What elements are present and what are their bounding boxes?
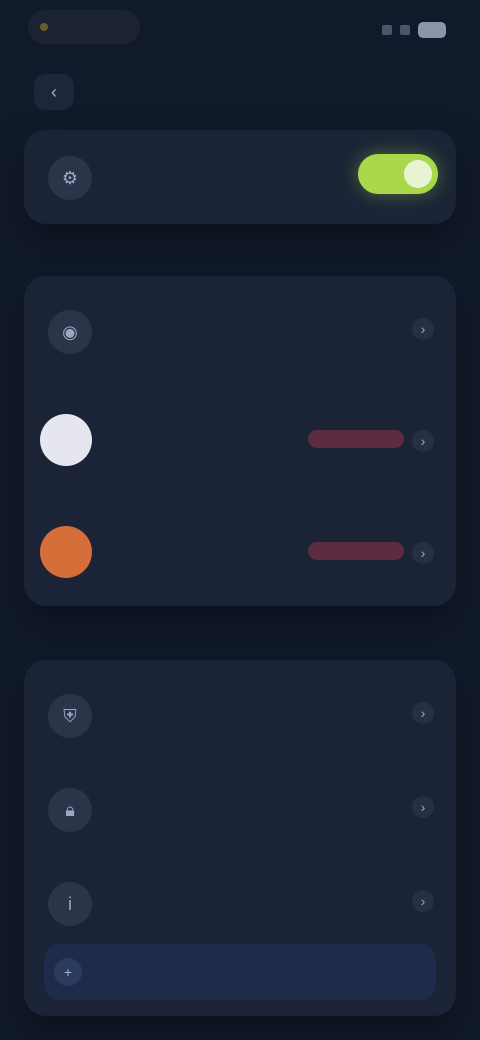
chevron-right-icon: › xyxy=(412,890,434,912)
app-avatar xyxy=(40,414,92,466)
card-apps: ◉ › › › xyxy=(24,276,456,606)
app-avatar xyxy=(40,526,92,578)
status-badge xyxy=(308,542,404,560)
feature-toggle[interactable] xyxy=(358,154,438,194)
user-icon: ◉ xyxy=(48,310,92,354)
chevron-right-icon: › xyxy=(412,430,434,452)
toggle-knob xyxy=(404,160,432,188)
app-row[interactable]: › xyxy=(24,400,456,486)
list-item[interactable]: 🔒︎ › xyxy=(24,766,456,852)
back-button[interactable]: ‹ xyxy=(34,74,74,110)
status-dot xyxy=(40,23,48,31)
header: ‹ xyxy=(0,64,480,120)
battery-icon xyxy=(418,22,446,38)
chevron-right-icon: › xyxy=(412,542,434,564)
wifi-icon xyxy=(400,25,410,35)
status-bar xyxy=(0,0,480,64)
toggle-row[interactable]: ⚙ xyxy=(24,134,456,220)
chevron-right-icon: › xyxy=(412,318,434,340)
chevron-left-icon: ‹ xyxy=(51,81,57,102)
gear-icon: ⚙ xyxy=(48,156,92,200)
chevron-right-icon: › xyxy=(412,796,434,818)
list-item[interactable]: ⛨ › xyxy=(24,672,456,758)
list-item[interactable]: ◉ › xyxy=(24,288,456,374)
card-toggle: ⚙ xyxy=(24,130,456,224)
status-icons xyxy=(346,18,446,42)
signal-icon xyxy=(382,25,392,35)
plus-icon: + xyxy=(54,958,82,986)
lock-icon: 🔒︎ xyxy=(48,788,92,832)
app-row[interactable]: › xyxy=(24,512,456,598)
info-icon: i xyxy=(48,882,92,926)
list-item[interactable]: i › xyxy=(24,860,456,946)
status-badge xyxy=(308,430,404,448)
shield-icon: ⛨ xyxy=(48,694,92,738)
chevron-right-icon: › xyxy=(412,702,434,724)
status-pill xyxy=(28,10,140,44)
bottom-action-bar[interactable]: + xyxy=(44,944,436,1000)
